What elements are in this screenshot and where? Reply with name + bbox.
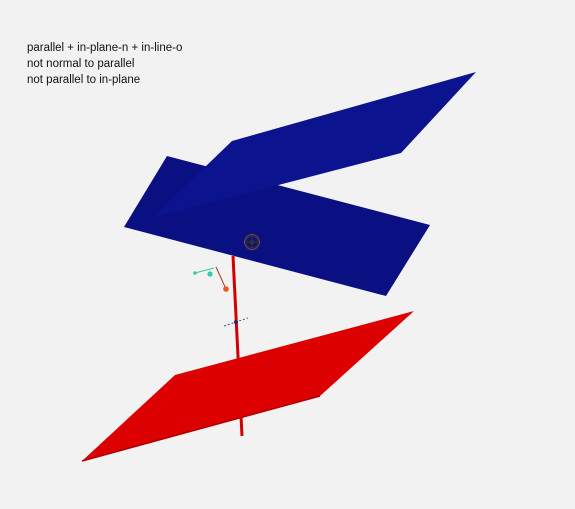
overlay-line-2: not normal to parallel bbox=[27, 58, 135, 70]
overlay-line-1: parallel + in-plane-n + in-line-o bbox=[27, 42, 183, 54]
teal-point bbox=[193, 271, 197, 275]
red-plane[interactable] bbox=[82, 311, 414, 461]
teal-point-2 bbox=[207, 271, 213, 277]
status-overlay: parallel + in-plane-n + in-line-o not no… bbox=[27, 40, 182, 88]
vector-markers[interactable] bbox=[193, 266, 229, 292]
overlay-line-3: not parallel to in-plane bbox=[27, 74, 141, 86]
orange-point bbox=[223, 286, 229, 292]
3d-viewport[interactable]: parallel + in-plane-n + in-line-o not no… bbox=[0, 0, 575, 509]
